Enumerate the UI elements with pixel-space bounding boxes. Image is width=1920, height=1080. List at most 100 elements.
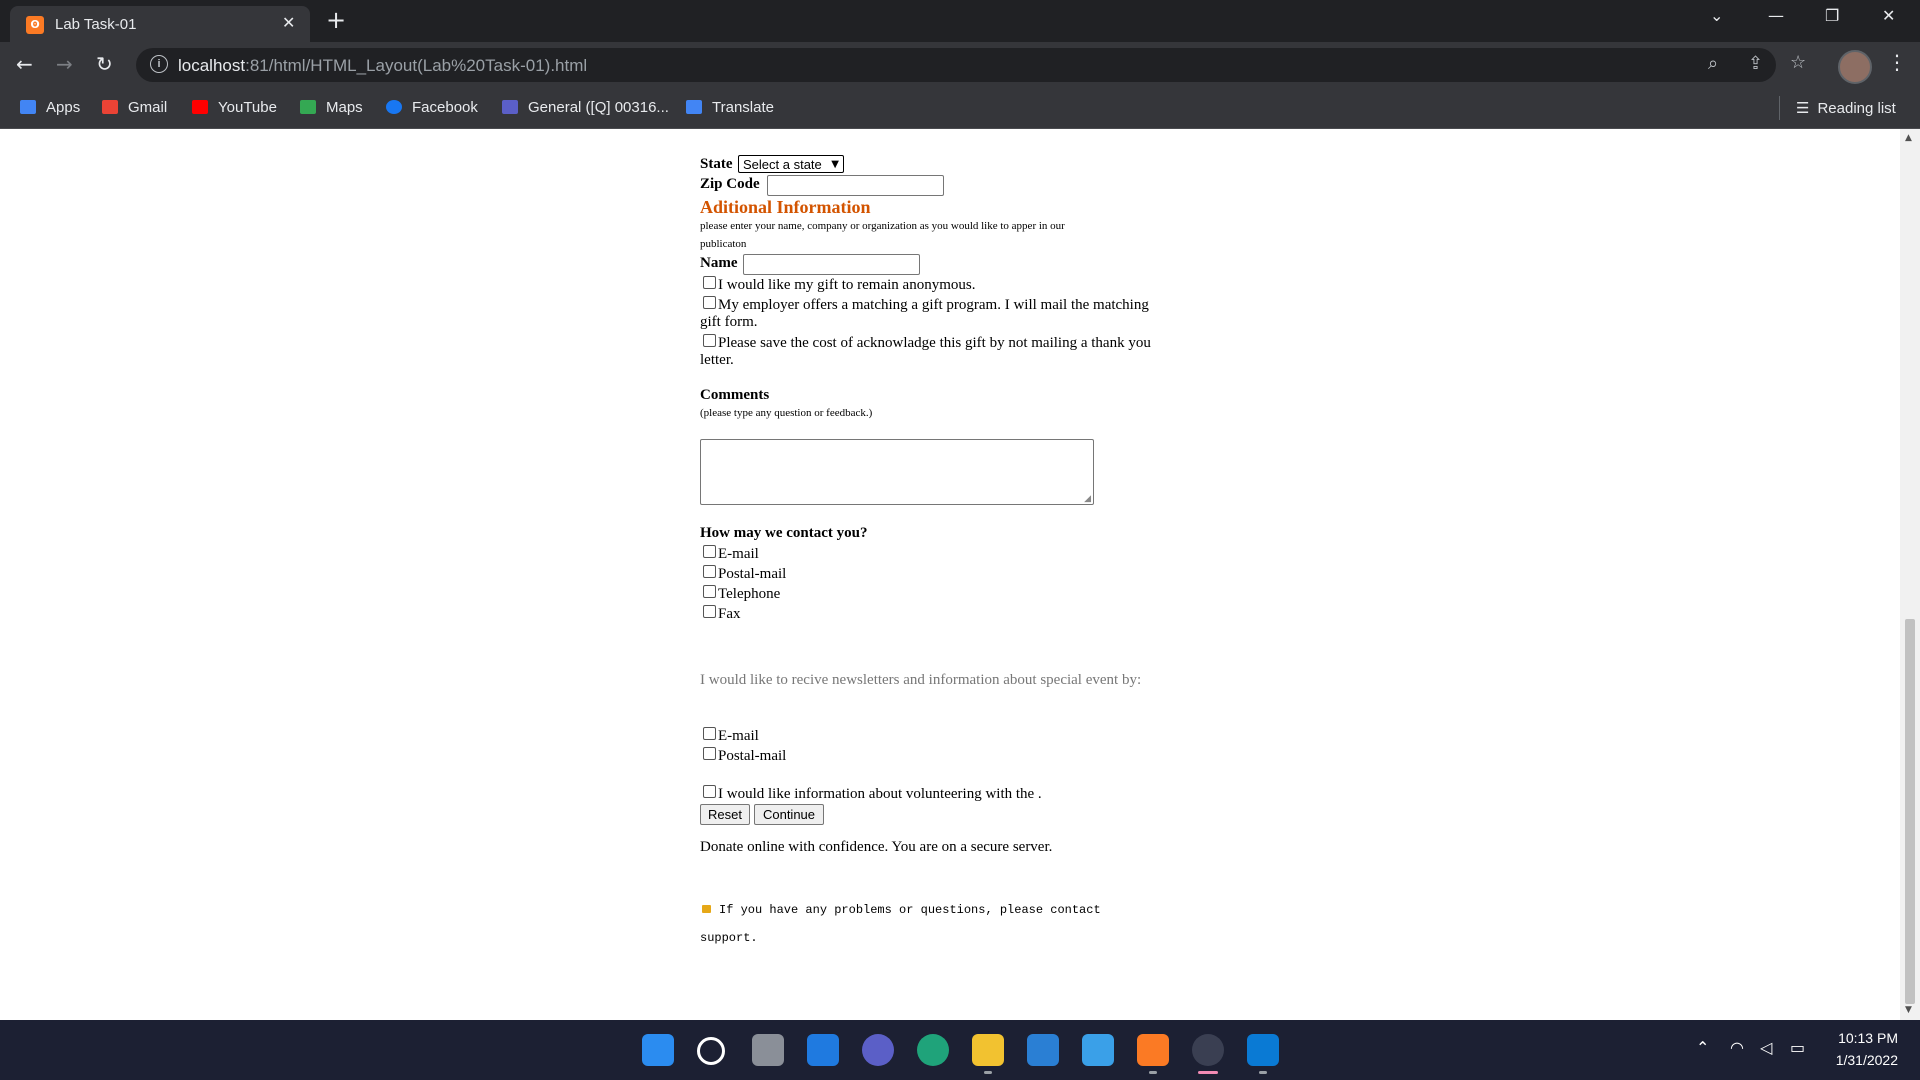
newsletter-text: I would like to recive newsletters and i… bbox=[700, 672, 1142, 688]
scroll-up-icon[interactable]: ▲ bbox=[1905, 133, 1912, 143]
volunteer-option: I would like information about volunteer… bbox=[703, 785, 1042, 803]
mail-icon[interactable] bbox=[1082, 1034, 1114, 1066]
newsletter-option-email: E-mail bbox=[703, 727, 759, 745]
additional-note-line2: publicaton bbox=[700, 238, 747, 250]
continue-button[interactable]: Continue bbox=[754, 804, 824, 825]
bookmark-star-icon[interactable]: ☆ bbox=[1790, 52, 1806, 73]
bookmarks-bar: Apps Gmail YouTube Maps Facebook General… bbox=[0, 88, 1920, 129]
contact-telephone-checkbox[interactable] bbox=[703, 585, 716, 598]
comments-label: Comments bbox=[700, 387, 770, 403]
close-tab-icon[interactable]: ✕ bbox=[282, 13, 295, 32]
site-info-icon[interactable]: i bbox=[150, 55, 168, 73]
back-icon[interactable]: ← bbox=[16, 52, 33, 76]
clock-time[interactable]: 10:13 PM bbox=[1838, 1030, 1898, 1046]
task-view-icon[interactable] bbox=[752, 1034, 784, 1066]
volume-icon[interactable]: ◁ bbox=[1760, 1038, 1772, 1057]
browser-tab[interactable]: ʘ Lab Task-01 ✕ bbox=[10, 6, 310, 42]
newsletter-option-postal: Postal-mail bbox=[703, 747, 786, 765]
anonymous-checkbox[interactable] bbox=[703, 276, 716, 289]
additional-note-line1: please enter your name, company or organ… bbox=[700, 220, 1065, 232]
comments-hint: (please type any question or feedback.) bbox=[700, 407, 873, 419]
resize-handle-icon[interactable]: ◢ bbox=[1084, 494, 1091, 504]
share-icon[interactable]: ⇪ bbox=[1748, 53, 1763, 74]
edge-icon[interactable] bbox=[917, 1034, 949, 1066]
state-label: State bbox=[700, 156, 733, 172]
secure-server-text: Donate online with confidence. You are o… bbox=[700, 839, 1053, 855]
newsletter-postal-checkbox[interactable] bbox=[703, 747, 716, 760]
bookmark-gmail[interactable]: Gmail bbox=[102, 99, 167, 116]
address-bar[interactable]: i localhost:81/html/HTML_Layout(Lab%20Ta… bbox=[136, 48, 1776, 82]
employer-option: My employer offers a matching a gift pro… bbox=[703, 296, 1149, 314]
chat-icon[interactable] bbox=[862, 1034, 894, 1066]
forward-icon[interactable]: → bbox=[56, 52, 73, 76]
state-select[interactable]: Select a state ▼ bbox=[738, 155, 844, 173]
active-indicator bbox=[1198, 1071, 1218, 1074]
lock-icon bbox=[702, 905, 711, 913]
page-scrollbar[interactable]: ▲ ▼ bbox=[1900, 129, 1920, 1020]
scroll-thumb[interactable] bbox=[1905, 619, 1915, 1004]
bookmark-maps[interactable]: Maps bbox=[300, 99, 363, 116]
newsletter-email-checkbox[interactable] bbox=[703, 727, 716, 740]
clock-date[interactable]: 1/31/2022 bbox=[1828, 1052, 1898, 1068]
contact-option-fax: Fax bbox=[703, 605, 741, 623]
reset-button[interactable]: Reset bbox=[700, 804, 750, 825]
comments-textarea[interactable]: ◢ bbox=[700, 439, 1094, 505]
xampp-icon[interactable] bbox=[1137, 1034, 1169, 1066]
anonymous-option: I would like my gift to remain anonymous… bbox=[703, 276, 975, 294]
contact-option-postal: Postal-mail bbox=[703, 565, 786, 583]
support-line1: If you have any problems or questions, p… bbox=[700, 903, 1101, 917]
reading-list-icon: ☰ bbox=[1796, 99, 1810, 117]
chevron-down-icon: ▼ bbox=[831, 159, 839, 170]
battery-icon[interactable]: ▭ bbox=[1790, 1038, 1805, 1057]
url-text[interactable]: localhost:81/html/HTML_Layout(Lab%20Task… bbox=[178, 56, 587, 76]
contact-fax-checkbox[interactable] bbox=[703, 605, 716, 618]
running-indicator bbox=[1149, 1071, 1157, 1074]
reading-list-button[interactable]: ☰ Reading list bbox=[1796, 99, 1896, 117]
store-icon[interactable] bbox=[1027, 1034, 1059, 1066]
save-cost-checkbox[interactable] bbox=[703, 334, 716, 347]
search-icon[interactable] bbox=[697, 1037, 725, 1065]
taskbar: ⌃ ◠ ◁ ▭ 10:13 PM 1/31/2022 bbox=[0, 1020, 1920, 1080]
save-cost-option: Please save the cost of acknowladge this… bbox=[703, 334, 1151, 352]
zip-code-label: Zip Code bbox=[700, 176, 760, 192]
page-content: State Select a state ▼ Zip Code Aditional… bbox=[0, 129, 1900, 1020]
running-indicator bbox=[984, 1071, 992, 1074]
wifi-icon[interactable]: ◠ bbox=[1730, 1038, 1744, 1057]
reload-icon[interactable]: ↻ bbox=[96, 52, 113, 76]
restore-icon[interactable]: ❐ bbox=[1825, 6, 1839, 25]
zoom-icon[interactable]: ⌕ bbox=[1708, 53, 1718, 74]
apps-grid-icon bbox=[20, 100, 36, 114]
zip-code-input[interactable] bbox=[767, 175, 944, 196]
contact-option-email: E-mail bbox=[703, 545, 759, 563]
scroll-down-icon[interactable]: ▼ bbox=[1905, 1005, 1912, 1015]
close-window-icon[interactable]: ✕ bbox=[1882, 6, 1895, 25]
bookmark-facebook[interactable]: Facebook bbox=[386, 99, 478, 116]
name-label: Name bbox=[700, 255, 738, 271]
menu-icon[interactable]: ⋮ bbox=[1887, 50, 1907, 74]
tab-title: Lab Task-01 bbox=[55, 16, 137, 33]
tab-search-icon[interactable]: ⌄ bbox=[1710, 6, 1723, 25]
widgets-icon[interactable] bbox=[807, 1034, 839, 1066]
volunteer-checkbox[interactable] bbox=[703, 785, 716, 798]
chevron-up-icon[interactable]: ⌃ bbox=[1696, 1038, 1709, 1057]
save-cost-option-line2: letter. bbox=[700, 352, 734, 368]
contact-postal-checkbox[interactable] bbox=[703, 565, 716, 578]
file-explorer-icon[interactable] bbox=[972, 1034, 1004, 1066]
vscode-icon[interactable] bbox=[1247, 1034, 1279, 1066]
employer-checkbox[interactable] bbox=[703, 296, 716, 309]
bookmark-translate[interactable]: Translate bbox=[686, 99, 774, 116]
maps-icon bbox=[300, 100, 316, 114]
new-tab-icon[interactable]: + bbox=[326, 6, 346, 34]
minimize-icon[interactable]: — bbox=[1768, 6, 1784, 25]
bookmark-apps[interactable]: Apps bbox=[20, 99, 80, 116]
bookmark-teams[interactable]: General ([Q] 00316... bbox=[502, 99, 669, 116]
chrome-icon[interactable] bbox=[1192, 1034, 1224, 1066]
contact-option-telephone: Telephone bbox=[703, 585, 780, 603]
translate-icon bbox=[686, 100, 702, 114]
profile-avatar[interactable] bbox=[1838, 50, 1872, 84]
bookmark-youtube[interactable]: YouTube bbox=[192, 99, 277, 116]
start-icon[interactable] bbox=[642, 1034, 674, 1066]
contact-email-checkbox[interactable] bbox=[703, 545, 716, 558]
name-input[interactable] bbox=[743, 254, 920, 275]
contact-heading: How may we contact you? bbox=[700, 525, 868, 541]
